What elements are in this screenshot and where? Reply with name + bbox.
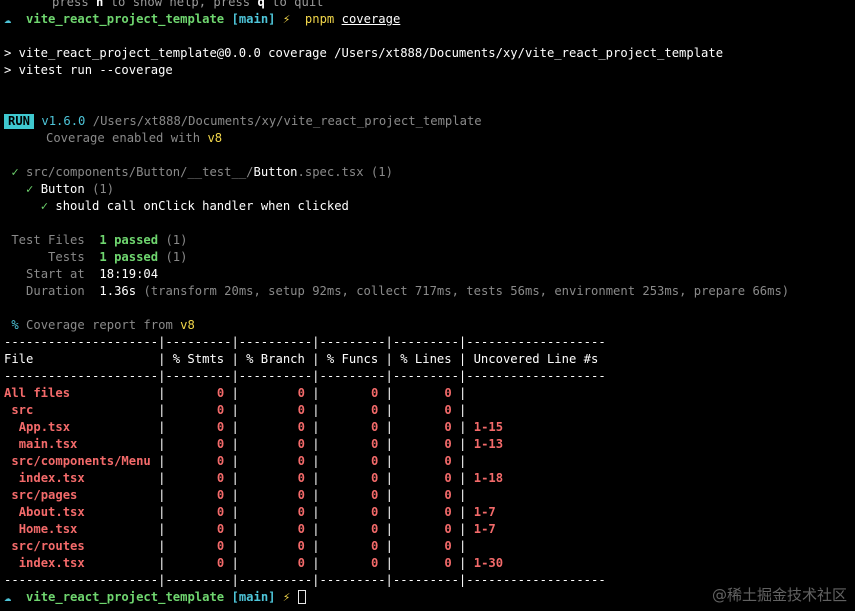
row-lines: 0 <box>444 522 452 536</box>
row-file-name: All files <box>4 386 71 400</box>
terminal-window[interactable]: press h to show help, press q to quit ☁ … <box>4 0 855 611</box>
row-branch: 0 <box>297 522 305 536</box>
row-lines: 0 <box>444 403 452 417</box>
watermark: @稀土掘金技术社区 <box>711 586 847 604</box>
row-branch: 0 <box>297 471 305 485</box>
table-row: index.tsx | 0 | 0 | 0 | 0 | 1-18 <box>18 471 504 485</box>
help-hint-line: press h to show help, press q to quit <box>52 0 324 9</box>
table-row: App.tsx | 0 | 0 | 0 | 0 | 1-15 <box>18 420 504 434</box>
prompt-arrow-icon: ☁ <box>4 590 12 604</box>
row-branch: 0 <box>297 539 305 553</box>
check-icon: ✓ <box>40 199 49 213</box>
table-separator: ---------------------|---------|--------… <box>4 369 606 383</box>
row-branch: 0 <box>297 386 305 400</box>
row-file-name: About.tsx <box>18 505 85 519</box>
row-lines: 0 <box>444 420 452 434</box>
prompt-arrow-icon: ☁ <box>4 12 12 26</box>
row-file-name: src/pages <box>11 488 78 502</box>
row-file-name: src <box>11 403 34 417</box>
prompt-project: vite_react_project_template <box>26 590 225 604</box>
row-uncovered: 1-7 <box>473 505 496 519</box>
row-lines: 0 <box>444 471 452 485</box>
check-icon: ✓ <box>11 165 19 179</box>
table-row: src | 0 | 0 | 0 | 0 | <box>11 403 474 417</box>
row-lines: 0 <box>444 488 452 502</box>
summary-start: Start at 18:19:04 <box>26 267 159 281</box>
shell-prompt-line[interactable]: ☁ vite_react_project_template [main] ⚡ <box>4 589 306 606</box>
row-file-name: index.tsx <box>18 556 85 570</box>
row-uncovered: 1-15 <box>473 420 504 434</box>
prompt-command: pnpm <box>304 12 335 26</box>
prompt-project: vite_react_project_template <box>26 12 225 26</box>
row-lines: 0 <box>444 437 452 451</box>
row-file-name: src/components/Menu <box>11 454 151 468</box>
row-uncovered: 1-30 <box>473 556 504 570</box>
text-cursor[interactable] <box>297 590 306 604</box>
row-lines: 0 <box>444 454 452 468</box>
row-file-name: App.tsx <box>18 420 71 434</box>
row-branch: 0 <box>297 403 305 417</box>
shell-prompt-line: ☁ vite_react_project_template [main] ⚡ p… <box>4 11 400 28</box>
run-line: RUN v1.6.0 /Users/xt888/Documents/xy/vit… <box>4 113 482 130</box>
run-badge: RUN <box>4 114 35 129</box>
coverage-enabled-line: Coverage enabled with v8 <box>46 131 223 145</box>
lightning-icon: ⚡ <box>282 12 291 26</box>
table-row: About.tsx | 0 | 0 | 0 | 0 | 1-7 <box>18 505 496 519</box>
table-row: src/routes | 0 | 0 | 0 | 0 | <box>11 539 474 553</box>
row-branch: 0 <box>297 437 305 451</box>
row-branch: 0 <box>297 488 305 502</box>
row-branch: 0 <box>297 454 305 468</box>
table-separator: ---------------------|---------|--------… <box>4 573 606 587</box>
table-row: index.tsx | 0 | 0 | 0 | 0 | 1-30 <box>18 556 504 570</box>
summary-test-files: Test Files 1 passed (1) <box>11 233 188 247</box>
script-line: > vite_react_project_template@0.0.0 cove… <box>4 46 724 60</box>
table-row: Home.tsx | 0 | 0 | 0 | 0 | 1-7 <box>18 522 496 536</box>
table-separator: ---------------------|---------|--------… <box>4 335 606 349</box>
summary-tests: Tests 1 passed (1) <box>48 250 188 264</box>
check-icon: ✓ <box>26 182 34 196</box>
table-row: All files | 0 | 0 | 0 | 0 | <box>4 386 474 400</box>
row-lines: 0 <box>444 386 452 400</box>
row-uncovered: 1-13 <box>473 437 504 451</box>
vitest-version: v1.6.0 <box>41 114 86 128</box>
row-file-name: index.tsx <box>18 471 85 485</box>
lightning-icon: ⚡ <box>282 590 291 604</box>
table-row: src/components/Menu | 0 | 0 | 0 | 0 | <box>11 454 474 468</box>
row-file-name: main.tsx <box>18 437 78 451</box>
summary-duration: Duration 1.36s (transform 20ms, setup 92… <box>26 284 790 298</box>
row-file-name: Home.tsx <box>18 522 78 536</box>
row-file-name: src/routes <box>11 539 85 553</box>
prompt-argument: coverage <box>341 12 401 26</box>
coverage-report-title: % Coverage report from v8 <box>11 318 195 332</box>
spec-file-line: ✓ src/components/Button/__test__/Button.… <box>11 165 393 179</box>
row-lines: 0 <box>444 505 452 519</box>
run-path: /Users/xt888/Documents/xy/vite_react_pro… <box>92 114 482 128</box>
percent-icon: % <box>11 318 19 332</box>
row-branch: 0 <box>297 556 305 570</box>
row-uncovered: 1-7 <box>473 522 496 536</box>
row-lines: 0 <box>444 539 452 553</box>
table-row: src/pages | 0 | 0 | 0 | 0 | <box>11 488 474 502</box>
table-header: File | % Stmts | % Branch | % Funcs | % … <box>4 352 606 366</box>
table-row: main.tsx | 0 | 0 | 0 | 0 | 1-13 <box>18 437 504 451</box>
row-branch: 0 <box>297 505 305 519</box>
prompt-branch: [main] <box>231 590 276 604</box>
row-lines: 0 <box>444 556 452 570</box>
row-uncovered: 1-18 <box>473 471 504 485</box>
suite-line: ✓ Button (1) <box>26 182 115 196</box>
test-line: ✓ should call onClick handler when click… <box>40 199 349 213</box>
row-branch: 0 <box>297 420 305 434</box>
prompt-branch: [main] <box>231 12 276 26</box>
script-line: > vitest run --coverage <box>4 63 173 77</box>
